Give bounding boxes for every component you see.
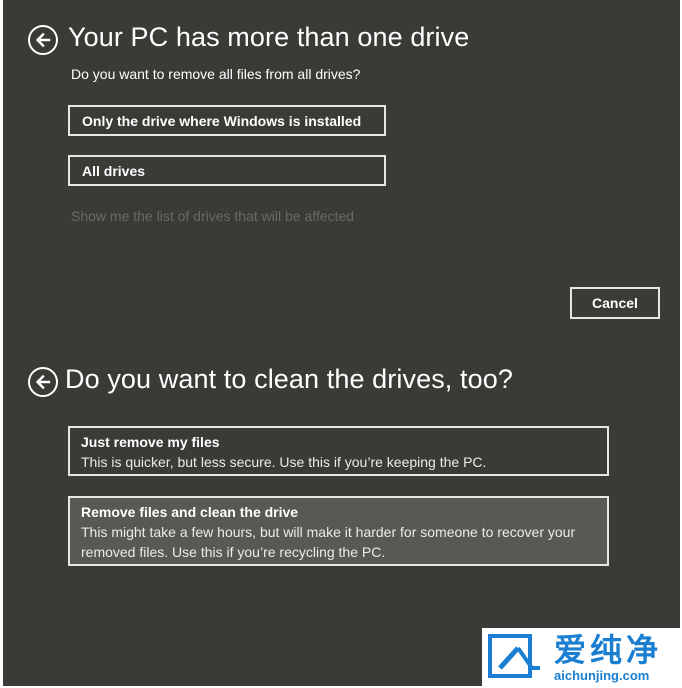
watermark: 爱纯净 aichunjing.com bbox=[482, 628, 682, 688]
just-remove-files-option[interactable]: Just remove my files This is quicker, bu… bbox=[68, 426, 609, 476]
back-button-clean[interactable] bbox=[28, 367, 58, 397]
remove-and-clean-option[interactable]: Remove files and clean the drive This mi… bbox=[68, 496, 609, 566]
back-arrow-icon bbox=[35, 374, 51, 390]
cancel-button[interactable]: Cancel bbox=[570, 287, 660, 319]
option-title: Remove files and clean the drive bbox=[81, 504, 299, 520]
page-title-clean: Do you want to clean the drives, too? bbox=[65, 364, 513, 394]
back-arrow-icon bbox=[35, 32, 51, 48]
all-drives-button[interactable]: All drives bbox=[68, 155, 386, 186]
option-title: Just remove my files bbox=[81, 434, 220, 450]
option-description: This is quicker, but less secure. Use th… bbox=[81, 454, 487, 470]
page-title-drives: Your PC has more than one drive bbox=[68, 22, 470, 52]
show-drives-list-link[interactable]: Show me the list of drives that will be … bbox=[71, 208, 354, 224]
back-button-drives[interactable] bbox=[28, 25, 58, 55]
reset-pc-panel: Your PC has more than one drive Do you w… bbox=[3, 0, 680, 686]
watermark-brand-text: 爱纯净 bbox=[554, 632, 663, 668]
watermark-url: aichunjing.com bbox=[554, 668, 650, 683]
remove-files-question: Do you want to remove all files from all… bbox=[71, 66, 361, 82]
only-windows-drive-button[interactable]: Only the drive where Windows is installe… bbox=[68, 105, 386, 136]
watermark-logo-icon bbox=[488, 634, 540, 678]
option-description: This might take a few hours, but will ma… bbox=[81, 524, 576, 560]
